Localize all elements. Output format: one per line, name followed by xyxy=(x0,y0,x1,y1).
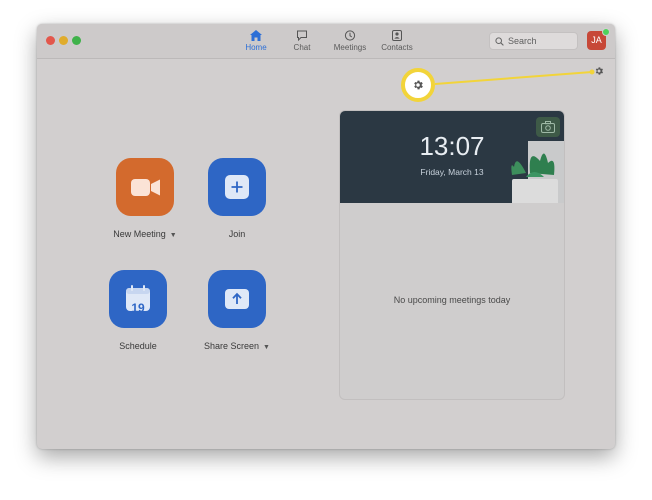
zoom-window: Home Chat Meetings Contacts Search JA Ne… xyxy=(37,24,615,449)
video-camera-icon xyxy=(131,179,160,196)
plus-icon xyxy=(225,175,249,199)
plant-illustration xyxy=(511,141,564,203)
tab-meetings-label: Meetings xyxy=(333,43,367,52)
title-bar: Home Chat Meetings Contacts Search JA xyxy=(37,24,615,59)
join-button[interactable] xyxy=(208,158,266,216)
share-up-arrow-icon xyxy=(225,289,249,309)
chat-icon xyxy=(297,30,307,41)
chevron-down-icon[interactable]: ▼ xyxy=(170,232,177,239)
contacts-icon xyxy=(392,30,402,41)
new-meeting-label: New Meeting xyxy=(113,229,166,239)
camera-icon xyxy=(541,121,555,133)
schedule-action[interactable]: 19 Schedule xyxy=(88,270,188,351)
tab-home[interactable]: Home xyxy=(243,28,269,56)
tab-chat[interactable]: Chat xyxy=(291,28,313,56)
schedule-button[interactable]: 19 xyxy=(109,270,167,328)
maximize-window-button[interactable] xyxy=(72,36,81,45)
close-window-button[interactable] xyxy=(46,36,55,45)
tab-contacts[interactable]: Contacts xyxy=(381,28,413,56)
card-header: 13:07 Friday, March 13 xyxy=(340,111,564,203)
no-meetings-message: No upcoming meetings today xyxy=(393,295,511,305)
search-box[interactable]: Search xyxy=(489,32,578,50)
new-meeting-action[interactable]: New Meeting ▼ xyxy=(95,158,195,239)
schedule-label: Schedule xyxy=(119,341,157,351)
online-status-dot xyxy=(602,28,610,36)
join-label: Join xyxy=(228,229,246,239)
tab-chat-label: Chat xyxy=(293,43,311,52)
chevron-down-icon[interactable]: ▼ xyxy=(263,344,270,351)
settings-gear-icon[interactable] xyxy=(594,66,604,76)
clock-icon xyxy=(344,30,356,41)
home-icon xyxy=(250,30,262,41)
share-screen-label: Share Screen xyxy=(204,341,260,351)
change-background-button[interactable] xyxy=(536,117,560,137)
minimize-window-button[interactable] xyxy=(59,36,68,45)
search-icon xyxy=(495,37,504,46)
new-meeting-button[interactable] xyxy=(116,158,174,216)
settings-callout-highlight xyxy=(401,68,435,102)
upcoming-meetings-card: 13:07 Friday, March 13 No upcoming meeti… xyxy=(339,110,565,400)
calendar-day: 19 xyxy=(131,301,145,315)
settings-gear-icon-highlighted xyxy=(414,80,423,90)
share-screen-button[interactable] xyxy=(208,270,266,328)
tab-home-label: Home xyxy=(245,43,267,52)
search-label: Search xyxy=(508,36,537,46)
tab-contacts-label: Contacts xyxy=(381,43,413,52)
join-action[interactable]: Join xyxy=(187,158,287,239)
share-screen-action[interactable]: Share Screen ▼ xyxy=(187,270,287,351)
tab-meetings[interactable]: Meetings xyxy=(333,28,367,56)
